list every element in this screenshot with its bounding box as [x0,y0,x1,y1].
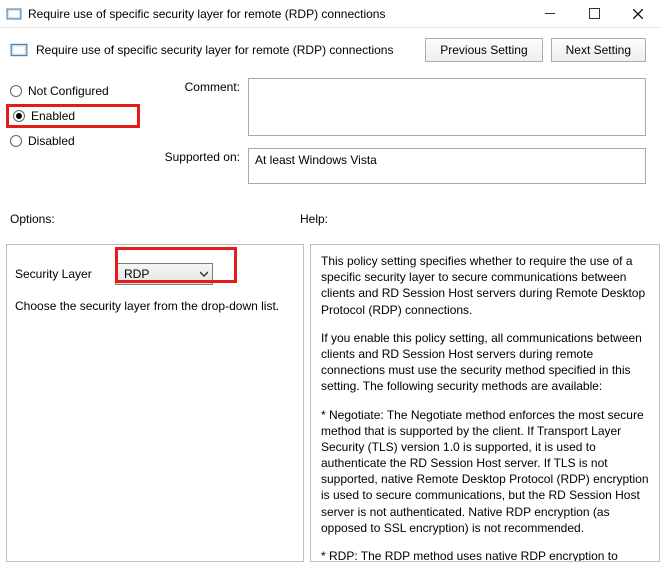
close-button[interactable] [616,0,660,27]
help-text: This policy setting specifies whether to… [321,253,649,318]
security-layer-combo[interactable]: RDP [115,263,213,285]
chevron-down-icon [200,267,208,281]
options-panel: Security Layer RDP Choose the security l… [6,244,304,562]
radio-label: Enabled [31,109,75,123]
titlebar: Require use of specific security layer f… [0,0,660,28]
comment-label: Comment: [156,78,248,94]
combo-value: RDP [124,267,149,281]
policy-icon [10,41,28,59]
header: Require use of specific security layer f… [0,28,660,68]
comment-input[interactable] [248,78,646,136]
window-title: Require use of specific security layer f… [28,7,528,21]
previous-setting-button[interactable]: Previous Setting [425,38,542,62]
options-heading: Options: [10,212,300,226]
help-heading: Help: [300,212,328,226]
supported-value: At least Windows Vista [248,148,646,184]
radio-enabled[interactable]: Enabled [6,104,140,128]
minimize-button[interactable] [528,0,572,27]
radio-not-configured[interactable]: Not Configured [10,84,140,98]
help-panel: This policy setting specifies whether to… [310,244,660,562]
policy-icon [6,6,22,22]
radio-label: Disabled [28,134,75,148]
help-text: * RDP: The RDP method uses native RDP en… [321,548,649,562]
radio-icon [10,85,22,97]
next-setting-button[interactable]: Next Setting [551,38,646,62]
options-description: Choose the security layer from the drop-… [15,299,295,313]
state-radios: Not Configured Enabled Disabled [10,78,140,154]
maximize-button[interactable] [572,0,616,27]
radio-label: Not Configured [28,84,109,98]
policy-title: Require use of specific security layer f… [36,43,417,57]
supported-label: Supported on: [156,148,248,164]
help-text: If you enable this policy setting, all c… [321,330,649,395]
security-layer-label: Security Layer [15,267,115,281]
radio-disabled[interactable]: Disabled [10,134,140,148]
radio-icon [13,110,25,122]
radio-icon [10,135,22,147]
help-text: * Negotiate: The Negotiate method enforc… [321,407,649,537]
